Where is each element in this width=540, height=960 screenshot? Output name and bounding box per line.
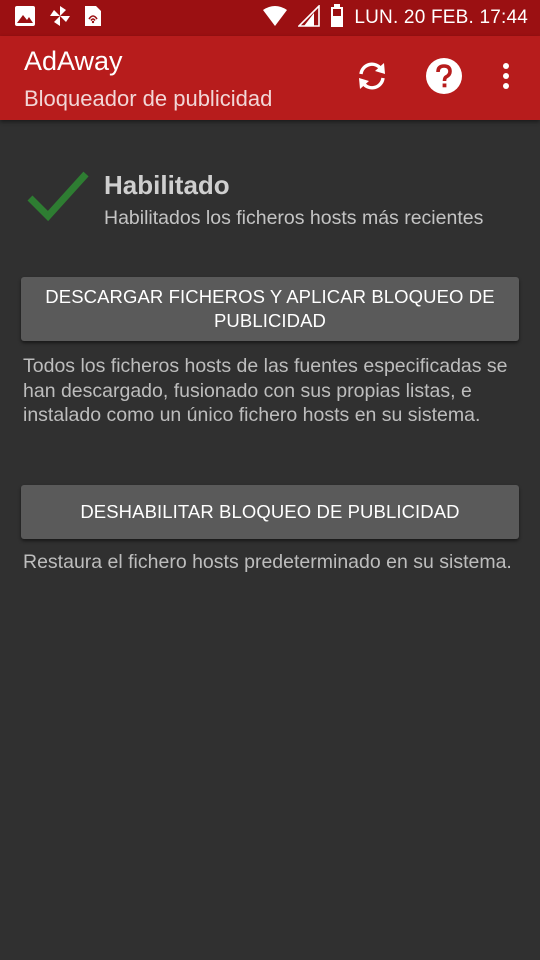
disable-adblock-button[interactable]: DESHABILITAR BLOQUEO DE PUBLICIDAD — [21, 485, 519, 539]
status-left-icons — [14, 4, 102, 33]
signal-icon — [297, 3, 321, 32]
app-bar: AdAway Bloqueador de publicidad — [0, 36, 540, 120]
download-apply-button[interactable]: DESCARGAR FICHEROS Y APLICAR BLOQUEO DE … — [21, 277, 519, 341]
wifi-icon — [262, 5, 288, 32]
status-title: Habilitado — [104, 170, 230, 200]
download-apply-button-label: DESCARGAR FICHEROS Y APLICAR BLOQUEO DE … — [45, 286, 495, 331]
battery-icon — [330, 3, 344, 33]
sim-card-icon — [84, 5, 102, 32]
status-description: Habilitados los ficheros hosts más recie… — [104, 207, 484, 229]
disable-description: Restaura el fichero hosts predeterminado… — [23, 551, 512, 573]
help-button[interactable] — [422, 56, 466, 100]
overflow-menu-icon — [501, 61, 511, 96]
screen: LUN. 20 FEB. 17:44 AdAway Bloqueador de … — [0, 0, 540, 960]
refresh-icon — [355, 59, 389, 98]
status-time: LUN. 20 FEB. 17:44 — [354, 7, 528, 28]
status-bar: LUN. 20 FEB. 17:44 — [0, 0, 540, 36]
disable-adblock-button-label: DESHABILITAR BLOQUEO DE PUBLICIDAD — [80, 501, 460, 522]
overflow-menu-button[interactable] — [486, 56, 526, 100]
pinwheel-icon — [48, 4, 72, 33]
download-description: Todos los ficheros hosts de las fuentes … — [23, 355, 508, 426]
image-icon — [14, 5, 36, 32]
app-title: AdAway — [24, 46, 123, 76]
refresh-button[interactable] — [350, 56, 394, 100]
app-subtitle: Bloqueador de publicidad — [24, 86, 273, 111]
help-icon — [425, 57, 463, 100]
status-right-icons: LUN. 20 FEB. 17:44 — [262, 3, 528, 33]
check-icon — [26, 168, 90, 229]
